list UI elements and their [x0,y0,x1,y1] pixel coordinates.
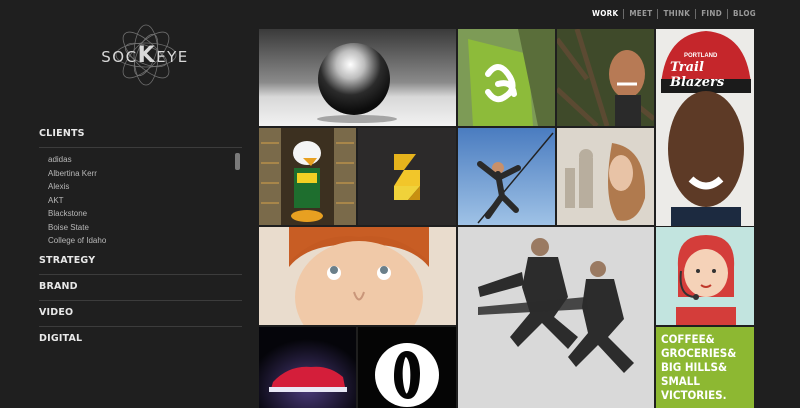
section-video[interactable]: VIDEO [39,306,242,320]
section-digital[interactable]: DIGITAL [39,332,242,346]
jumper-sky-image [458,128,555,225]
top-nav: WORK MEET THINK FIND BLOG [587,9,756,19]
nav-blog[interactable]: BLOG [728,9,756,19]
client-item[interactable]: Blackstone [48,207,242,221]
client-item[interactable]: adidas [48,153,242,167]
cap-portland-text: PORTLAND [684,53,718,59]
tile-man-vines[interactable] [557,29,654,126]
s-logo-image [358,128,456,225]
tile-green-flag[interactable] [458,29,555,126]
coffee-slogan: COFFEE& GROCERIES& BIG HILLS& SMALL VICT… [661,332,737,402]
sockeye-logo[interactable]: SOCKEYE [95,20,195,90]
client-list: adidas Albertina Kerr Alexis AKT Blackst… [39,153,242,247]
cap-blazers-text: Trail Blazers [670,60,725,90]
nav-think[interactable]: THINK [658,9,695,19]
tile-headset-girl[interactable] [656,227,754,325]
tile-red-shoe[interactable] [259,327,356,408]
man-vines-image [557,29,654,126]
client-item[interactable]: Albertina Kerr [48,167,242,181]
divider [39,300,242,301]
client-item[interactable]: College of Idaho [48,234,242,247]
tile-duck-library[interactable] [259,128,356,225]
divider [39,326,242,327]
client-item[interactable]: Alexis [48,180,242,194]
tile-oregon-o[interactable] [358,327,456,408]
tile-coffee-groceries[interactable]: COFFEE& GROCERIES& BIG HILLS& SMALL VICT… [656,327,754,408]
tile-red-haired-boy[interactable] [259,227,456,325]
client-list-scrollbar[interactable] [235,153,240,170]
section-strategy[interactable]: STRATEGY [39,254,242,268]
headset-girl-image [656,227,754,325]
tile-blazers-guy[interactable]: PORTLAND Trail Blazers [656,29,754,226]
divider [39,147,242,148]
oregon-o-image [358,327,456,408]
tile-s-logo[interactable] [358,128,456,225]
red-shoe-image [259,327,356,408]
green-flag-image [458,29,555,126]
divider [39,274,242,275]
tile-jumping-men[interactable] [458,227,654,408]
duck-library-image [259,128,356,225]
nav-find[interactable]: FIND [696,9,727,19]
section-brand[interactable]: BRAND [39,280,242,294]
jumping-men-image [458,227,654,408]
red-haired-boy-image [259,227,456,325]
tile-girl-collage[interactable] [557,128,654,225]
chrome-ball-image [317,43,397,123]
client-item[interactable]: AKT [48,194,242,208]
girl-collage-image [557,128,654,225]
logo-wordmark: SOCKEYE [101,43,189,68]
client-item[interactable]: Boise State [48,221,242,235]
tile-chrome-ball[interactable] [259,29,456,126]
sidebar: CLIENTS adidas Albertina Kerr Alexis AKT… [39,127,242,346]
tile-jumper-sky[interactable] [458,128,555,225]
nav-meet[interactable]: MEET [624,9,657,19]
section-clients[interactable]: CLIENTS [39,127,242,141]
nav-work[interactable]: WORK [587,9,623,19]
